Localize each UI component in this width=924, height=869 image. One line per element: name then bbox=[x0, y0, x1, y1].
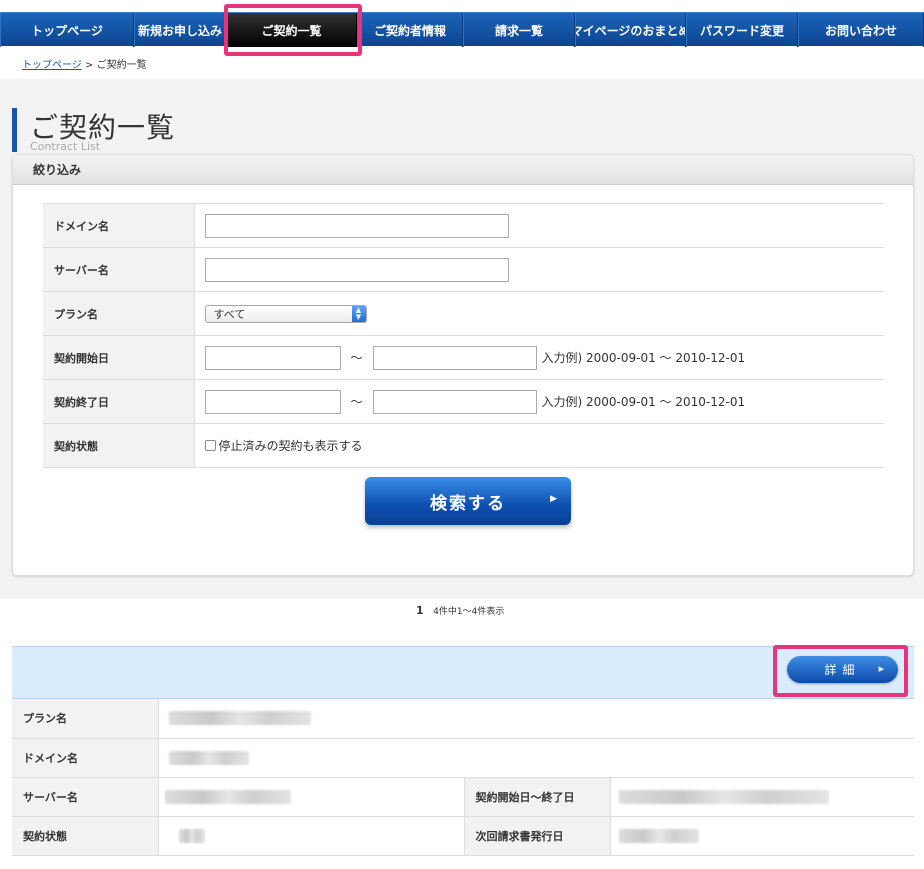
show-stopped-checkbox[interactable] bbox=[204, 440, 216, 451]
select-arrows-icon: ▲ ▼ bbox=[351, 305, 366, 322]
arrow-right-icon: ▶ bbox=[878, 665, 884, 673]
result-status-label: 契約状態 bbox=[12, 816, 159, 856]
end-date-to-input[interactable] bbox=[372, 389, 537, 414]
start-date-from-input[interactable] bbox=[204, 345, 341, 370]
filter-row-plan: プラン名 すべて ▲ ▼ bbox=[43, 291, 884, 336]
redacted-value bbox=[618, 789, 829, 804]
filter-heading: 絞り込み bbox=[13, 155, 913, 185]
result-row: 契約状態 次回請求書発行日 bbox=[12, 816, 914, 856]
nav-item-contractor-info[interactable]: ご契約者情報 bbox=[357, 13, 463, 47]
nav-item-contract-list[interactable]: ご契約一覧 bbox=[226, 13, 357, 47]
filter-panel: 絞り込み ドメイン名 サーバー名 プラン名 すべて ▲ ▼ 契約開始日 〜入力例)… bbox=[12, 154, 914, 576]
filter-table: ドメイン名 サーバー名 プラン名 すべて ▲ ▼ 契約開始日 〜入力例) 2000… bbox=[43, 203, 884, 468]
redacted-value bbox=[164, 789, 291, 804]
start-date-label: 契約開始日 bbox=[43, 335, 195, 380]
show-stopped-label[interactable]: 停止済みの契約も表示する bbox=[219, 439, 363, 453]
end-date-hint: 入力例) 2000-09-01 〜 2010-12-01 bbox=[541, 395, 746, 409]
breadcrumb: トップページ > ご契約一覧 bbox=[22, 56, 147, 71]
nav-item-invoice-list[interactable]: 請求一覧 bbox=[463, 13, 575, 47]
result-period-label: 契約開始日〜終了日 bbox=[463, 777, 611, 817]
filter-row-status: 契約状態 停止済みの契約も表示する bbox=[43, 423, 884, 468]
result-next-invoice-label: 次回請求書発行日 bbox=[463, 816, 611, 856]
result-domain-label: ドメイン名 bbox=[12, 738, 159, 778]
redacted-value bbox=[168, 711, 311, 726]
domain-label: ドメイン名 bbox=[43, 203, 195, 248]
result-header bbox=[12, 646, 914, 699]
status-label: 契約状態 bbox=[43, 423, 195, 468]
filter-row-end-date: 契約終了日 〜 入力例) 2000-09-01 〜 2010-12-01 bbox=[43, 379, 884, 424]
result-row: ドメイン名 bbox=[12, 738, 914, 778]
server-input[interactable] bbox=[204, 257, 509, 282]
redacted-value bbox=[618, 828, 699, 843]
nav-item-mypage-summary[interactable]: マイページのおまとめ bbox=[575, 13, 686, 47]
page-subtitle: Contract List bbox=[30, 140, 101, 153]
arrow-right-icon: ▶ bbox=[550, 494, 559, 504]
end-date-from-input[interactable] bbox=[204, 389, 341, 414]
result-plan-label: プラン名 bbox=[12, 699, 159, 739]
page-number[interactable]: 1 bbox=[416, 604, 424, 617]
search-button-label: 検索する bbox=[430, 493, 506, 514]
result-row: プラン名 bbox=[12, 699, 914, 739]
domain-input[interactable] bbox=[204, 213, 509, 238]
filter-row-domain: ドメイン名 bbox=[43, 203, 884, 248]
result-table: プラン名 ドメイン名 サーバー名 契約開始日〜終了日 契約状態 次回請求書発行日 bbox=[12, 699, 914, 856]
breadcrumb-separator: > bbox=[85, 60, 94, 71]
search-button[interactable]: 検索する ▶ bbox=[365, 477, 571, 525]
redacted-value bbox=[168, 750, 249, 765]
nav-item-top[interactable]: トップページ bbox=[0, 13, 134, 47]
plan-select[interactable]: すべて ▲ ▼ bbox=[204, 304, 367, 323]
filter-row-server: サーバー名 bbox=[43, 247, 884, 292]
end-date-label: 契約終了日 bbox=[43, 379, 195, 424]
detail-button-label: 詳細 bbox=[824, 663, 861, 677]
breadcrumb-current: ご契約一覧 bbox=[96, 60, 147, 71]
start-date-tilde: 〜 bbox=[350, 351, 363, 365]
main-nav: トップページ 新規お申し込み ご契約一覧 ご契約者情報 請求一覧 マイページのお… bbox=[0, 12, 924, 47]
redacted-value bbox=[178, 828, 205, 843]
title-accent-bar bbox=[12, 108, 17, 152]
nav-item-password-change[interactable]: パスワード変更 bbox=[686, 13, 798, 47]
start-date-hint: 入力例) 2000-09-01 〜 2010-12-01 bbox=[541, 351, 746, 365]
server-label: サーバー名 bbox=[43, 247, 195, 292]
end-date-tilde: 〜 bbox=[350, 395, 363, 409]
filter-row-start-date: 契約開始日 〜 入力例) 2000-09-01 〜 2010-12-01 bbox=[43, 335, 884, 380]
detail-button[interactable]: 詳細 ▶ bbox=[787, 656, 898, 683]
breadcrumb-home-link[interactable]: トップページ bbox=[22, 60, 82, 71]
start-date-to-input[interactable] bbox=[372, 345, 537, 370]
result-row: サーバー名 契約開始日〜終了日 bbox=[12, 777, 914, 817]
result-count: 4件中1〜4件表示 bbox=[433, 607, 505, 617]
result-server-label: サーバー名 bbox=[12, 777, 159, 817]
plan-select-value: すべて bbox=[213, 307, 246, 321]
pagination: 1 4件中1〜4件表示 bbox=[416, 604, 504, 617]
plan-label: プラン名 bbox=[43, 291, 195, 336]
nav-item-contact[interactable]: お問い合わせ bbox=[798, 13, 924, 47]
nav-item-new-application[interactable]: 新規お申し込み bbox=[134, 13, 226, 47]
